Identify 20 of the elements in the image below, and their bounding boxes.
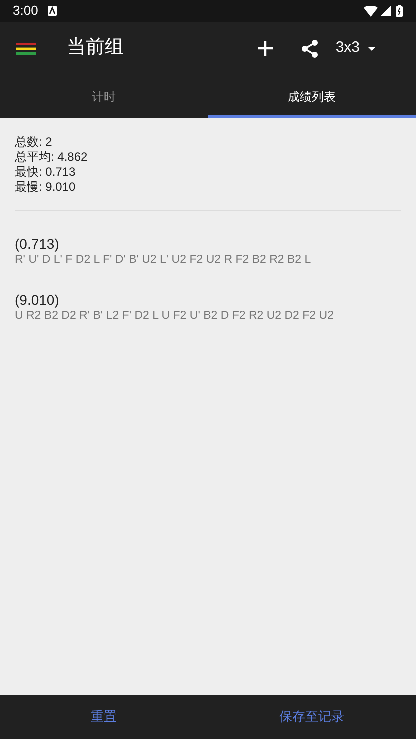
tab[interactable]: 成绩列表 — [208, 75, 416, 118]
scramble-text: U R2 B2 D2 R' B' L2 F' D2 L U F2 U' B2 D F2 R2 U2 D2 F2 U2 — [15, 309, 334, 324]
signal-icon — [381, 6, 391, 16]
caret-icon — [368, 46, 376, 50]
tab[interactable]: 计时 — [0, 75, 208, 118]
solve-time[interactable]: (9.010) — [15, 291, 60, 309]
app-title: 当前组 — [67, 36, 125, 60]
scramble-text: R' U' D L' F D2 L F' D' B' U2 L' U2 F2 U2 R F2 B2 R2 B2 L — [15, 253, 312, 268]
solve-time[interactable]: (0.713) — [15, 235, 60, 253]
stat-line: 总数: 2 — [15, 135, 52, 150]
puzzle-dropdown[interactable]: 3x3 — [336, 37, 376, 60]
stat-line: 最慢: 9.010 — [15, 180, 76, 195]
status-time: 3:00 — [13, 2, 38, 20]
notification-icon — [48, 6, 58, 16]
stat-line: 总平均: 4.862 — [15, 150, 88, 165]
stat-line: 最快: 0.713 — [15, 165, 76, 180]
reset-button[interactable]: 重置 — [0, 695, 208, 739]
wifi-icon — [364, 6, 378, 16]
battery-icon — [396, 5, 403, 17]
save-to-record-button[interactable]: 保存至记录 — [208, 695, 416, 739]
